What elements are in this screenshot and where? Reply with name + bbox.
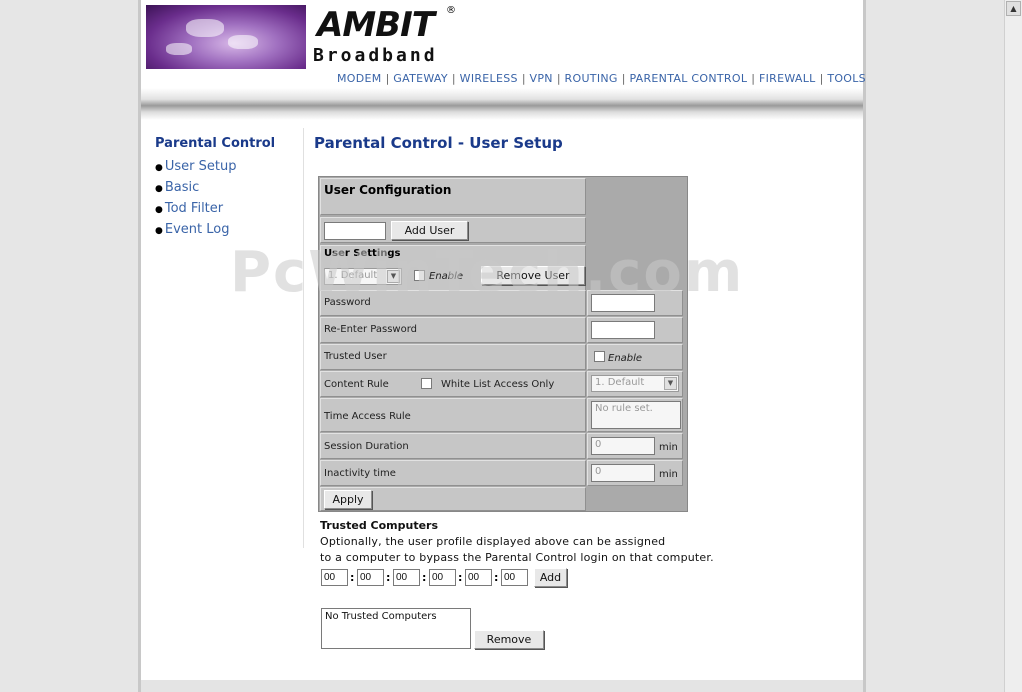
reenter-label-cell: Re-Enter Password: [320, 317, 586, 343]
inactivity-unit: min: [659, 469, 678, 480]
sidebar-link-tod-filter[interactable]: Tod Filter: [165, 201, 223, 216]
trusted-computers-list[interactable]: No Trusted Computers: [321, 608, 471, 649]
mac-separator: :: [422, 571, 427, 584]
mac-octet-6-input[interactable]: [501, 569, 528, 586]
sidebar-menu: ● User Setup ● Basic ● Tod Filter ● Event Lo…: [155, 156, 236, 240]
time-access-listbox[interactable]: No rule set.: [591, 401, 681, 429]
reenter-password-label: Re-Enter Password: [324, 324, 417, 335]
time-access-cell: No rule set.: [587, 398, 683, 432]
session-unit: min: [659, 442, 678, 453]
sidebar-link-user-setup[interactable]: User Setup: [165, 159, 237, 174]
reenter-password-input[interactable]: [591, 321, 655, 339]
content-rule-select-cell: 1. Default ▼: [587, 371, 683, 397]
inactivity-time-label: Inactivity time: [324, 468, 396, 479]
logo-wordmark: AMBIT: [317, 5, 435, 45]
header-swoosh: [141, 88, 863, 120]
top-nav: MODEM | GATEWAY | WIRELESS | VPN | ROUTING | PAREN…: [337, 72, 866, 85]
trusted-user-checkbox[interactable]: [594, 351, 605, 362]
add-trusted-computer-button[interactable]: Add: [534, 568, 567, 587]
scroll-up-arrow-icon[interactable]: ▲: [1006, 1, 1021, 16]
white-list-label: White List Access Only: [441, 379, 555, 390]
mac-octet-3-input[interactable]: [393, 569, 420, 586]
left-background: [0, 0, 138, 692]
trusted-user-label: Trusted User: [324, 351, 387, 362]
trusted-description-line-1: Optionally, the user profile displayed a…: [320, 535, 666, 548]
sidebar-link-event-log[interactable]: Event Log: [165, 222, 230, 237]
content-rule-label-cell: Content Rule White List Access Only: [320, 371, 586, 397]
nav-parental-control[interactable]: PARENTAL CONTROL: [629, 72, 747, 85]
remove-trusted-computer-button[interactable]: Remove: [474, 630, 544, 649]
mac-octet-1-input[interactable]: [321, 569, 348, 586]
sidebar-item-basic: ● Basic: [155, 180, 200, 195]
globe-banner-image: [146, 5, 306, 69]
nav-gateway[interactable]: GATEWAY: [393, 72, 448, 85]
trusted-user-enable-label: Enable: [608, 353, 643, 364]
sidebar-item-tod-filter: ● Tod Filter: [155, 201, 224, 216]
session-duration-label: Session Duration: [324, 441, 409, 452]
inactivity-label-cell: Inactivity time: [320, 460, 586, 486]
time-access-label-cell: Time Access Rule: [320, 398, 586, 432]
sidebar-item-user-setup: ● User Setup: [155, 159, 237, 174]
vertical-scrollbar[interactable]: ▲: [1004, 0, 1022, 692]
trusted-user-cell: Enable: [587, 344, 683, 370]
router-page: AMBIT ® Broadband MODEM | GATEWAY | WIRELESS…: [138, 0, 866, 692]
nav-modem[interactable]: MODEM: [337, 72, 382, 85]
mac-octet-5-input[interactable]: [465, 569, 492, 586]
mac-separator: :: [458, 571, 463, 584]
footer-bar: [141, 680, 863, 692]
trusted-user-label-cell: Trusted User: [320, 344, 586, 370]
add-user-button[interactable]: Add User: [391, 221, 468, 240]
sidebar-divider: [303, 128, 304, 548]
mac-separator: :: [494, 571, 499, 584]
nav-tools[interactable]: TOOLS: [827, 72, 866, 85]
nav-vpn[interactable]: VPN: [530, 72, 553, 85]
apply-button[interactable]: Apply: [324, 490, 372, 509]
session-input-cell: 0 min: [587, 433, 683, 459]
content-rule-label: Content Rule: [324, 379, 389, 390]
trusted-description-line-2: to a computer to bypass the Parental Con…: [320, 551, 714, 564]
nav-routing[interactable]: ROUTING: [565, 72, 618, 85]
sidebar-title: Parental Control: [155, 136, 276, 151]
mac-separator: :: [350, 571, 355, 584]
mac-separator: :: [386, 571, 391, 584]
logo-subtitle: Broadband: [313, 45, 438, 66]
content-rule-select[interactable]: 1. Default ▼: [591, 375, 679, 392]
mac-octet-4-input[interactable]: [429, 569, 456, 586]
trusted-computers-title: Trusted Computers: [320, 519, 439, 532]
session-duration-input[interactable]: 0: [591, 437, 655, 455]
registered-mark: ®: [446, 5, 456, 16]
user-configuration-panel: User Configuration Add User User Setting…: [318, 176, 688, 512]
config-header: User Configuration: [324, 183, 452, 197]
watermark: PcWinTech.com: [230, 240, 745, 305]
content-rule-select-value: 1. Default: [595, 377, 645, 388]
inactivity-input-cell: 0 min: [587, 460, 683, 486]
config-header-cell: User Configuration: [320, 178, 586, 215]
nav-wireless[interactable]: WIRELESS: [460, 72, 518, 85]
chevron-down-icon: ▼: [664, 377, 677, 390]
session-label-cell: Session Duration: [320, 433, 586, 459]
page-title: Parental Control - User Setup: [314, 134, 563, 152]
apply-row: Apply: [320, 487, 586, 511]
white-list-checkbox[interactable]: [421, 378, 432, 389]
inactivity-time-input[interactable]: 0: [591, 464, 655, 482]
ambit-logo: AMBIT ® Broadband: [313, 5, 461, 69]
time-access-label: Time Access Rule: [324, 411, 411, 422]
sidebar-link-basic[interactable]: Basic: [165, 180, 199, 195]
reenter-input-cell: [587, 317, 683, 343]
new-user-input[interactable]: [324, 222, 386, 240]
nav-firewall[interactable]: FIREWALL: [759, 72, 816, 85]
mac-octet-2-input[interactable]: [357, 569, 384, 586]
sidebar-item-event-log: ● Event Log: [155, 222, 230, 237]
